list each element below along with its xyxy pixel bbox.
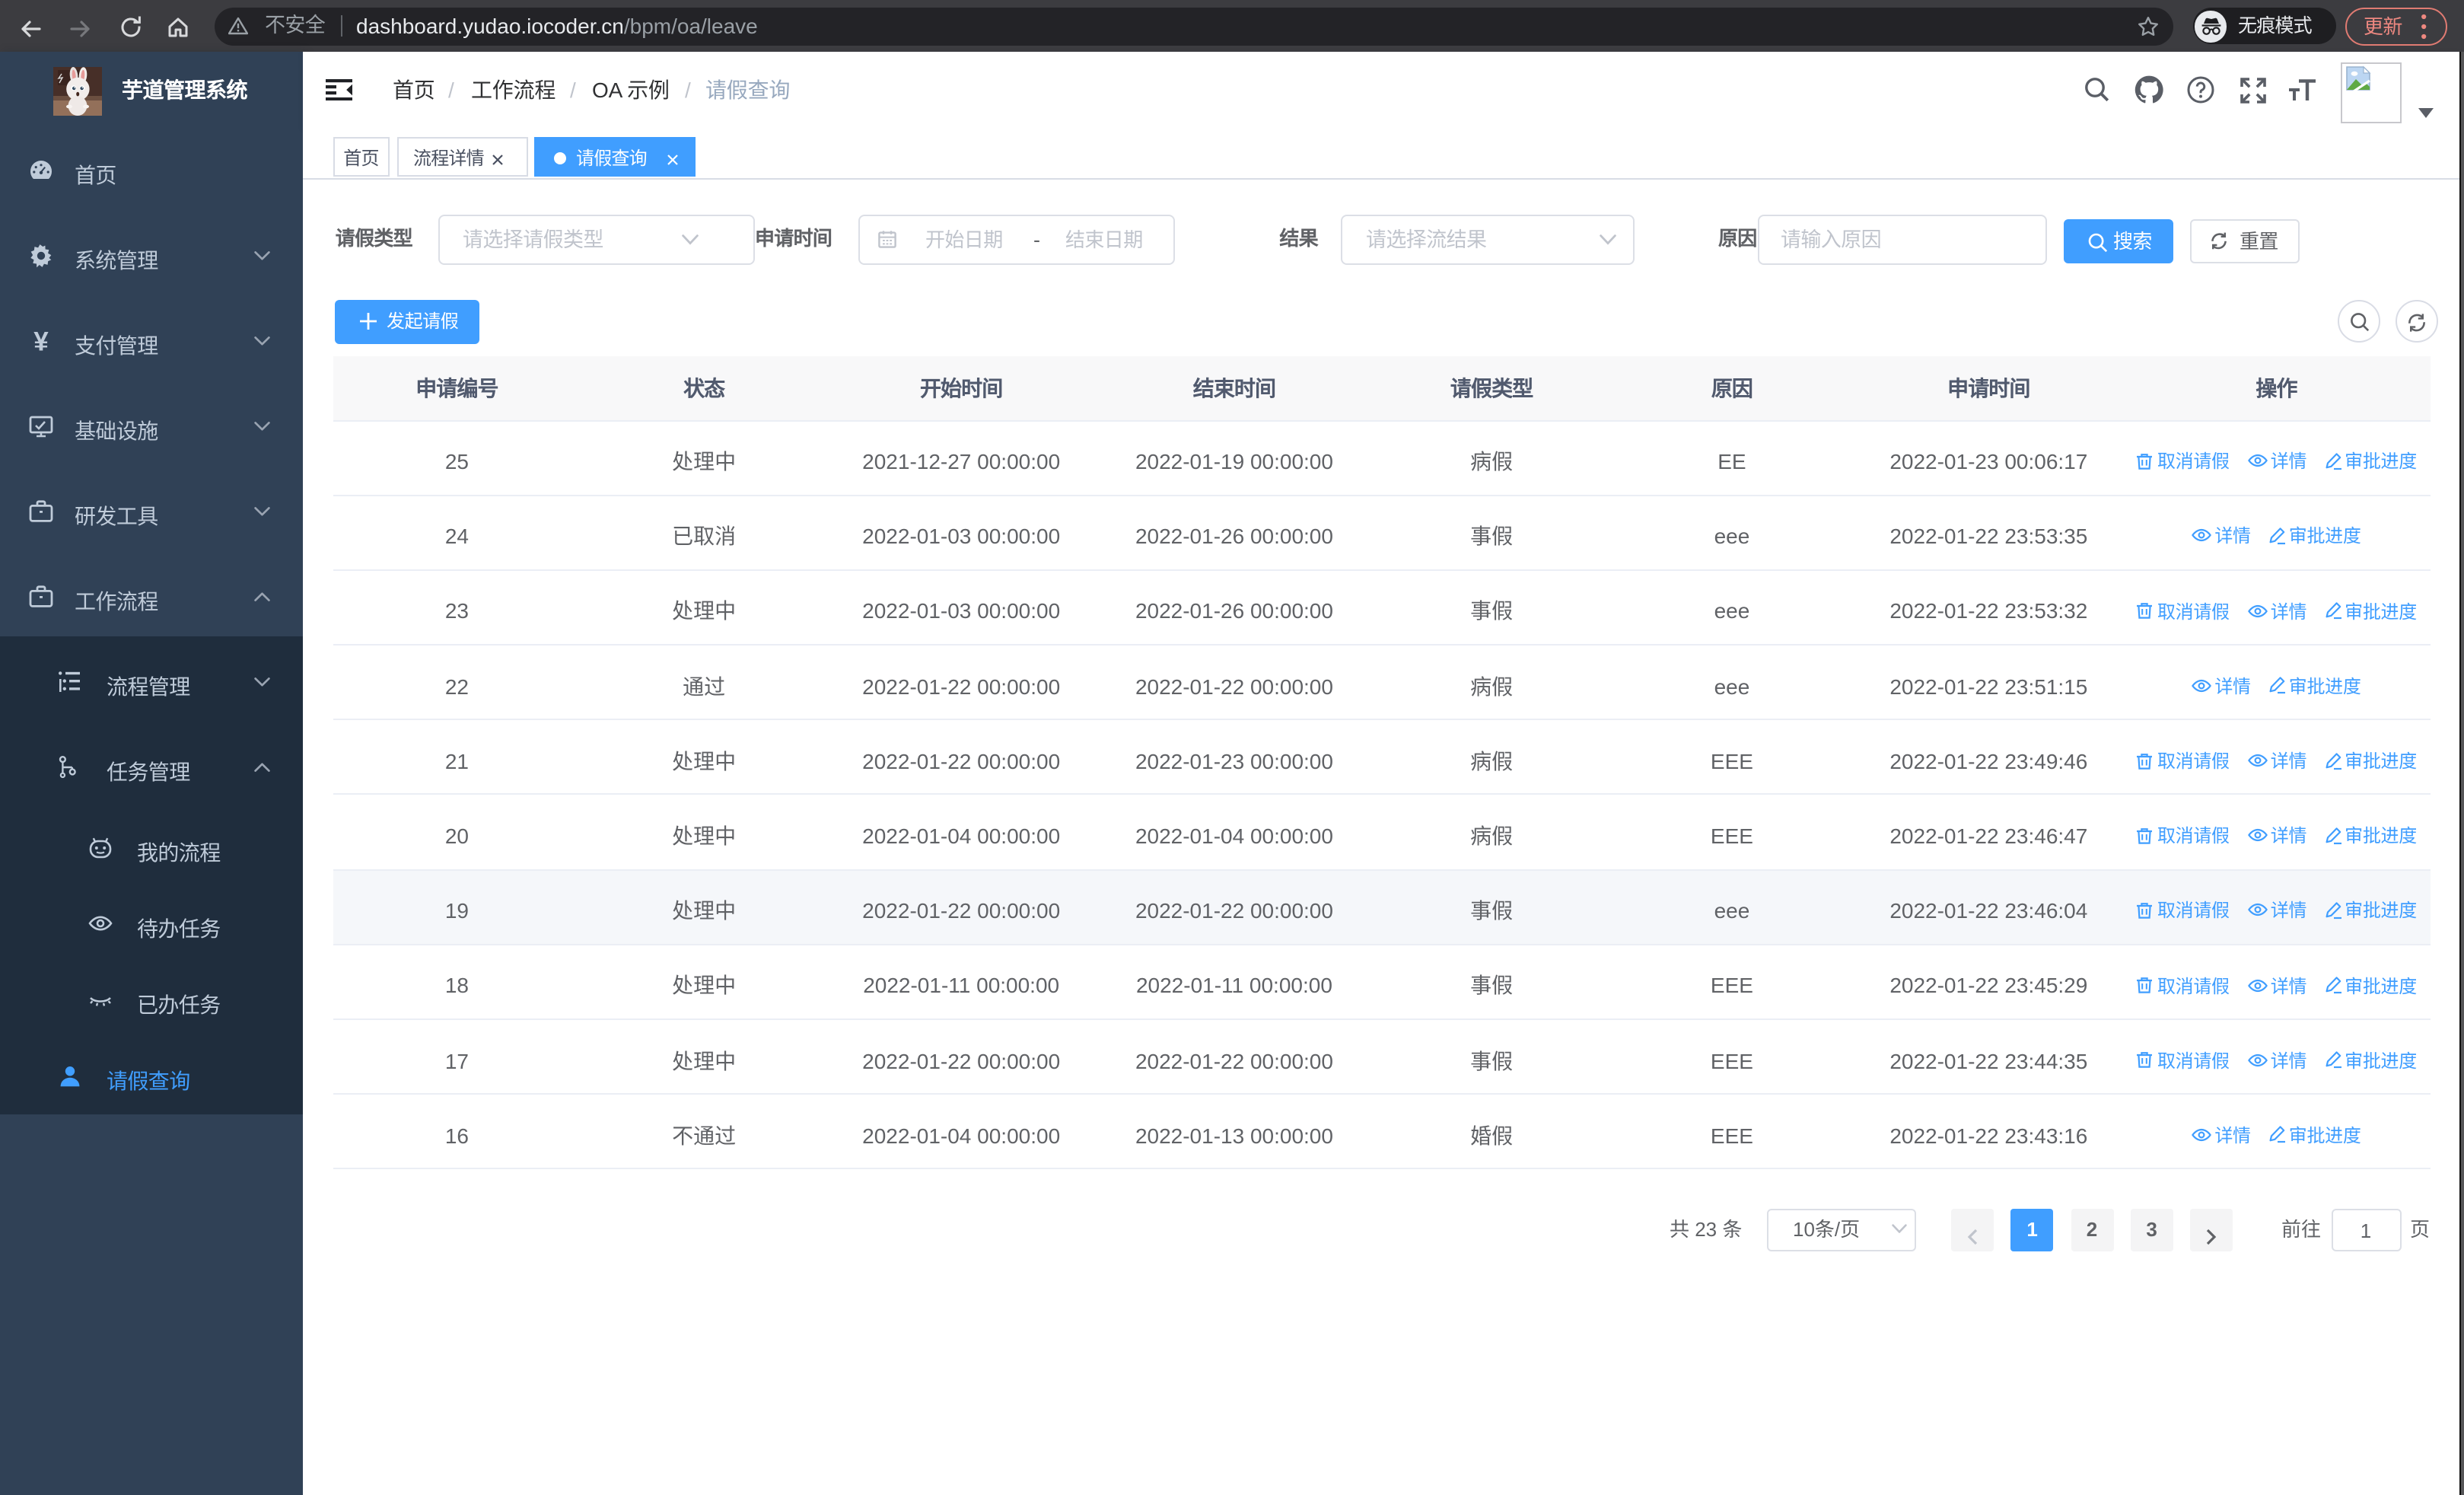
svg-text:¥: ¥: [33, 329, 49, 353]
